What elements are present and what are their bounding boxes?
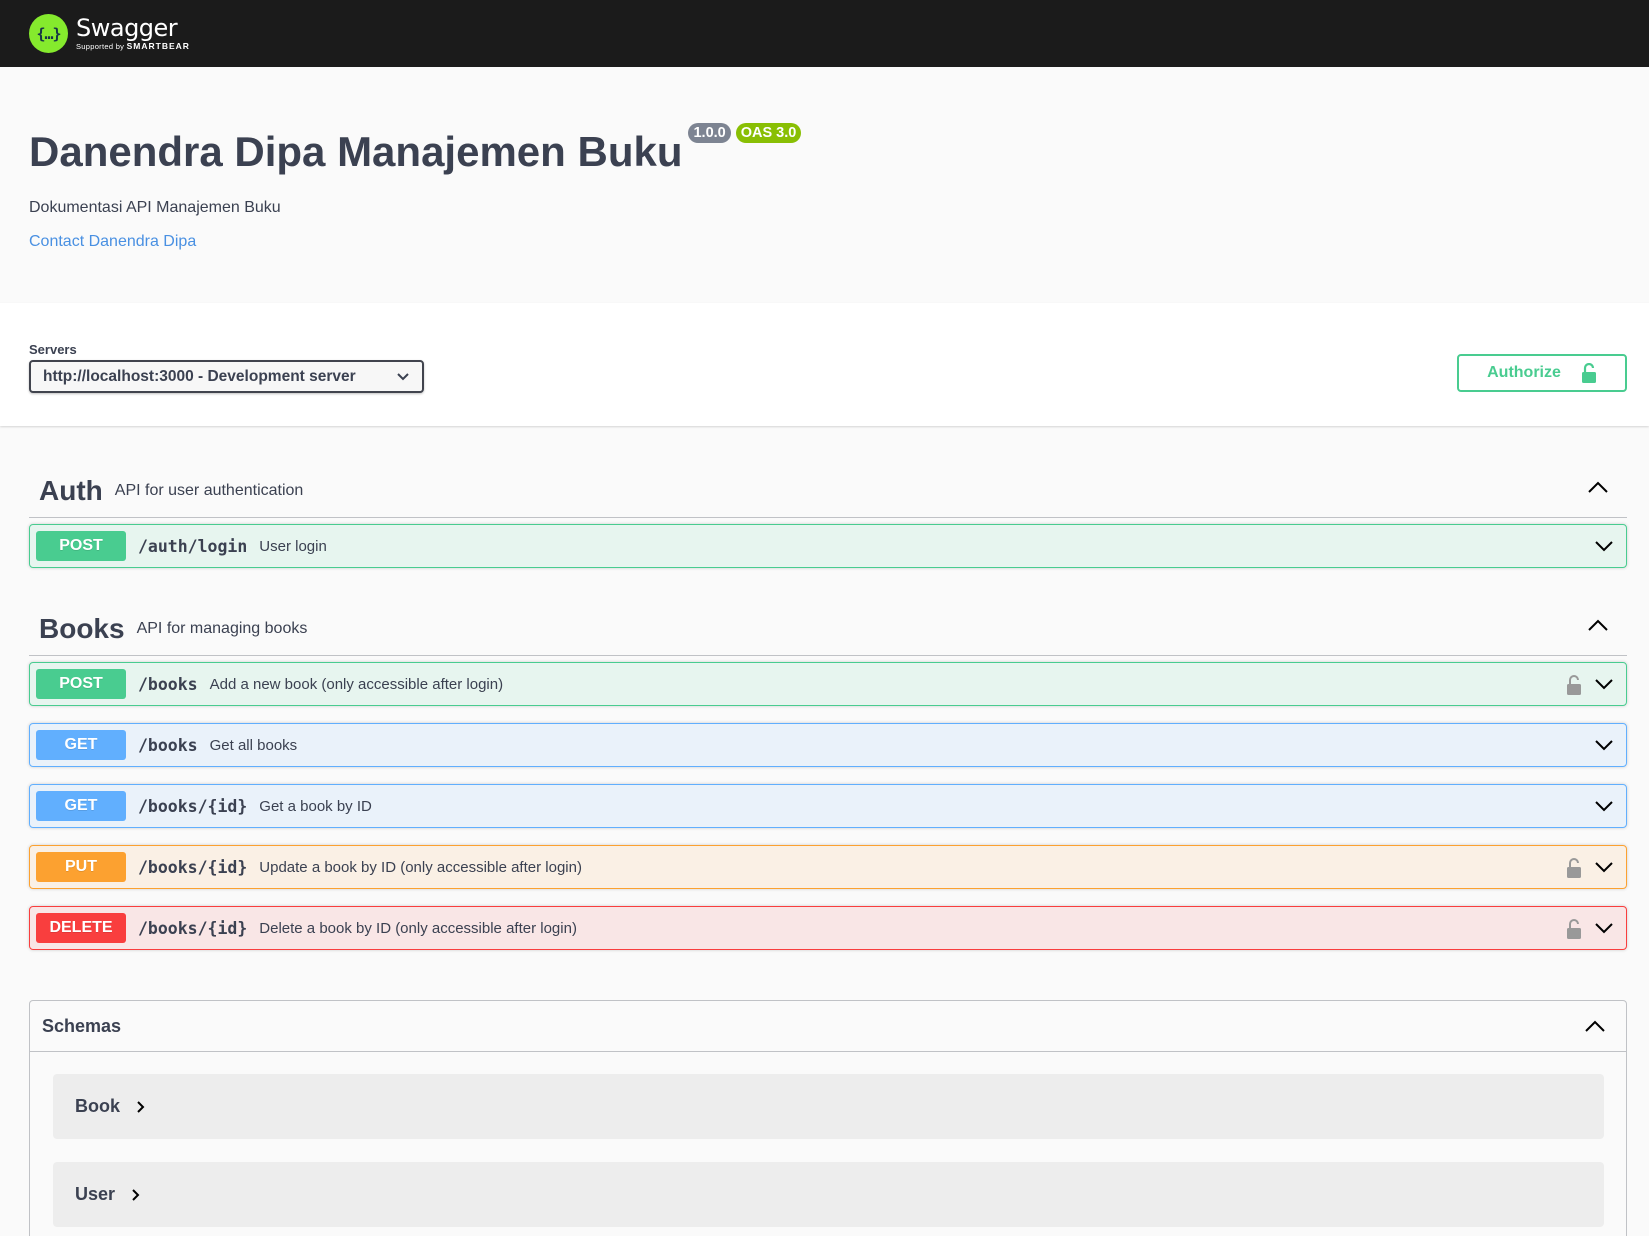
scheme-container: Servers http://localhost:3000 - Developm… xyxy=(0,303,1649,426)
oas-badge: OAS 3.0 xyxy=(735,123,802,143)
operation-path: /books/{id} xyxy=(138,918,248,938)
schema-item-user[interactable]: User xyxy=(53,1162,1604,1227)
operation-post-books[interactable]: POST /books Add a new book (only accessi… xyxy=(29,662,1627,706)
schema-name: User xyxy=(75,1184,116,1204)
tag-name: Books xyxy=(39,612,125,644)
chevron-up-icon[interactable] xyxy=(1587,480,1609,494)
operation-summary: Get all books xyxy=(209,736,298,754)
operation-delete-book-by-id[interactable]: DELETE /books/{id} Delete a book by ID (… xyxy=(29,906,1627,950)
schema-name: Book xyxy=(75,1096,120,1116)
operation-summary: Update a book by ID (only accessible aft… xyxy=(259,858,582,876)
operation-path: /auth/login xyxy=(138,536,248,556)
chevron-down-icon xyxy=(397,372,409,380)
contact-link[interactable]: Contact Danendra Dipa xyxy=(29,233,196,251)
schemas-title: Schemas xyxy=(42,1015,122,1036)
chevron-down-icon[interactable] xyxy=(1594,738,1614,752)
authorize-label: Authorize xyxy=(1487,364,1561,381)
chevron-down-icon[interactable] xyxy=(1594,860,1614,874)
unlock-icon xyxy=(1581,363,1596,383)
topbar: {…} Swagger Supported by SMARTBEAR xyxy=(0,0,1649,67)
operation-path: /books/{id} xyxy=(138,857,248,877)
swagger-logo-icon: {…} xyxy=(29,14,68,53)
logo-subtitle: Supported by SMARTBEAR xyxy=(76,41,190,52)
swagger-logo[interactable]: {…} Swagger Supported by SMARTBEAR xyxy=(29,14,190,53)
chevron-up-icon[interactable] xyxy=(1587,618,1609,632)
servers-select-value: http://localhost:3000 - Development serv… xyxy=(43,367,356,385)
operation-put-book-by-id[interactable]: PUT /books/{id} Update a book by ID (onl… xyxy=(29,845,1627,889)
operations-wrapper: Auth API for user authentication POST /a… xyxy=(0,464,1649,1236)
operation-summary: User login xyxy=(259,537,327,555)
chevron-down-icon[interactable] xyxy=(1594,677,1614,691)
method-badge: DELETE xyxy=(36,913,126,943)
authorize-button[interactable]: Authorize xyxy=(1457,354,1627,392)
method-badge: POST xyxy=(36,531,126,561)
operation-get-book-by-id[interactable]: GET /books/{id} Get a book by ID xyxy=(29,784,1627,828)
page-title: Danendra Dipa Manajemen Buku xyxy=(29,128,683,175)
chevron-down-icon[interactable] xyxy=(1594,921,1614,935)
lock-icon[interactable] xyxy=(1566,919,1582,939)
operation-summary: Get a book by ID xyxy=(259,797,372,815)
method-badge: PUT xyxy=(36,852,126,882)
lock-icon[interactable] xyxy=(1566,675,1582,695)
tag-name: Auth xyxy=(39,474,103,506)
chevron-down-icon[interactable] xyxy=(1594,799,1614,813)
chevron-down-icon[interactable] xyxy=(1594,539,1614,553)
lock-icon[interactable] xyxy=(1566,858,1582,878)
version-badge: 1.0.0 xyxy=(688,123,731,143)
operation-post-auth-login[interactable]: POST /auth/login User login xyxy=(29,524,1627,568)
operation-get-books[interactable]: GET /books Get all books xyxy=(29,723,1627,767)
chevron-right-icon xyxy=(132,1188,140,1201)
tag-description: API for user authentication xyxy=(114,481,304,499)
servers-label: Servers xyxy=(29,342,77,357)
method-badge: GET xyxy=(36,791,126,821)
method-badge: GET xyxy=(36,730,126,760)
operation-summary: Delete a book by ID (only accessible aft… xyxy=(259,919,577,937)
method-badge: POST xyxy=(36,669,126,699)
logo-name: Swagger xyxy=(76,14,178,43)
operation-summary: Add a new book (only accessible after lo… xyxy=(209,675,504,693)
chevron-right-icon xyxy=(137,1100,145,1113)
schemas-header[interactable]: Schemas xyxy=(30,1001,1626,1052)
servers-select[interactable]: http://localhost:3000 - Development serv… xyxy=(29,360,424,393)
tag-auth[interactable]: Auth API for user authentication xyxy=(29,464,1627,518)
schema-item-book[interactable]: Book xyxy=(53,1074,1604,1139)
schemas-section: Schemas Book User xyxy=(29,1000,1627,1236)
operation-path: /books xyxy=(138,735,198,755)
operation-path: /books/{id} xyxy=(138,796,248,816)
api-info: Danendra Dipa Manajemen Buku 1.0.0 OAS 3… xyxy=(0,67,1649,303)
tag-description: API for managing books xyxy=(136,619,308,637)
api-description: Dokumentasi API Manajemen Buku xyxy=(29,199,281,217)
chevron-up-icon[interactable] xyxy=(1584,1019,1606,1033)
tag-books[interactable]: Books API for managing books xyxy=(29,602,1627,656)
operation-path: /books xyxy=(138,674,198,694)
